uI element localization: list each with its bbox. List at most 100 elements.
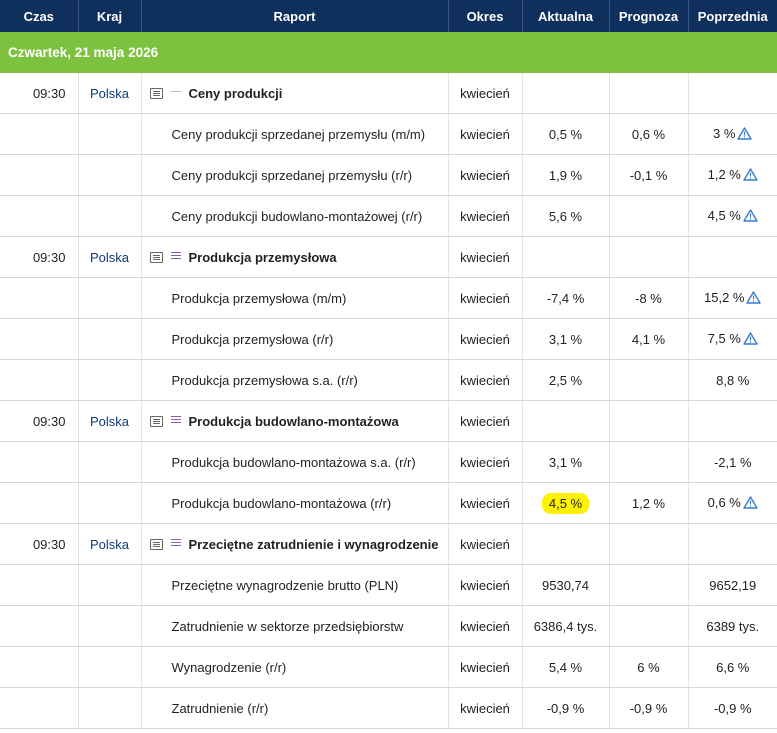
forecast-cell: 6 % <box>609 646 689 688</box>
forecast-cell <box>609 195 689 237</box>
report-name: Wynagrodzenie (r/r) <box>141 646 449 688</box>
event-time: 09:30 <box>0 400 79 442</box>
importance-low-icon <box>170 86 181 97</box>
country-link[interactable]: Polska <box>78 400 142 442</box>
document-list-icon[interactable] <box>149 251 163 263</box>
actual-cell: 3,1 % <box>522 441 610 483</box>
period-cell: kwiecień <box>448 359 523 401</box>
actual-cell <box>522 523 610 565</box>
report-group-name[interactable]: Przeciętne zatrudnienie i wynagrodzenie <box>189 537 439 552</box>
date-row: Czwartek, 21 maja 2026 <box>0 32 777 73</box>
actual-cell: -0,9 % <box>522 687 610 729</box>
actual-cell: 3,1 % <box>522 318 610 360</box>
previous-cell: 0,6 % <box>688 482 777 524</box>
report-name: Zatrudnienie w sektorze przedsiębiorstw <box>141 605 449 647</box>
date-label: Czwartek, 21 maja 2026 <box>0 32 777 73</box>
period-cell: kwiecień <box>448 605 523 647</box>
column-header-forecast[interactable]: Prognoza <box>609 0 689 32</box>
period-cell: kwiecień <box>448 277 523 319</box>
actual-cell: 9530,74 <box>522 564 610 606</box>
table-row[interactable]: 09:30 Polska Produkcja przemysłowa kwiec… <box>0 236 777 278</box>
actual-cell: 5,4 % <box>522 646 610 688</box>
forecast-cell <box>609 73 689 114</box>
event-time: 09:30 <box>0 523 79 565</box>
forecast-cell: 4,1 % <box>609 318 689 360</box>
report-group-name[interactable]: Ceny produkcji <box>189 86 283 101</box>
forecast-cell: -8 % <box>609 277 689 319</box>
previous-cell <box>688 523 777 565</box>
forecast-cell: -0,9 % <box>609 687 689 729</box>
table-row: Wynagrodzenie (r/r) kwiecień 5,4 % 6 % 6… <box>0 646 777 688</box>
column-header-period[interactable]: Okres <box>448 0 523 32</box>
forecast-cell: 1,2 % <box>609 482 689 524</box>
previous-value: 1,2 % <box>707 166 741 182</box>
country-link[interactable]: Polska <box>78 236 142 278</box>
column-header-actual[interactable]: Aktualna <box>522 0 610 32</box>
forecast-cell <box>609 400 689 442</box>
previous-cell <box>688 400 777 442</box>
actual-value-highlighted: 4,5 % <box>541 492 590 514</box>
period-cell: kwiecień <box>448 687 523 729</box>
report-group-name[interactable]: Produkcja budowlano-montażowa <box>189 414 399 429</box>
period-cell: kwiecień <box>448 73 523 114</box>
column-header-previous[interactable]: Poprzednia <box>688 0 777 32</box>
previous-cell: -0,9 % <box>688 687 777 729</box>
previous-cell: 9652,19 <box>688 564 777 606</box>
warning-triangle-icon[interactable] <box>743 167 758 184</box>
report-name: Produkcja budowlano-montażowa (r/r) <box>141 482 449 524</box>
previous-cell: 4,5 % <box>688 195 777 237</box>
report-name: Produkcja przemysłowa (m/m) <box>141 277 449 319</box>
previous-cell: 15,2 % <box>688 277 777 319</box>
period-cell: kwiecień <box>448 113 523 155</box>
actual-cell <box>522 400 610 442</box>
forecast-cell: -0,1 % <box>609 154 689 196</box>
country-link[interactable]: Polska <box>78 523 142 565</box>
actual-cell: 2,5 % <box>522 359 610 401</box>
column-header-time[interactable]: Czas <box>0 0 79 32</box>
previous-cell: -2,1 % <box>688 441 777 483</box>
forecast-cell <box>609 564 689 606</box>
report-name: Ceny produkcji sprzedanej przemysłu (r/r… <box>141 154 449 196</box>
previous-value: 7,5 % <box>707 330 741 346</box>
importance-high-icon <box>170 250 181 261</box>
column-header-country[interactable]: Kraj <box>78 0 142 32</box>
actual-cell: 5,6 % <box>522 195 610 237</box>
previous-cell: 3 % <box>688 113 777 155</box>
report-name: Produkcja przemysłowa s.a. (r/r) <box>141 359 449 401</box>
previous-cell: 1,2 % <box>688 154 777 196</box>
warning-triangle-icon[interactable] <box>743 495 758 512</box>
period-cell: kwiecień <box>448 482 523 524</box>
table-row[interactable]: 09:30 Polska Produkcja budowlano-montażo… <box>0 400 777 442</box>
period-cell: kwiecień <box>448 441 523 483</box>
warning-triangle-icon[interactable] <box>737 126 753 143</box>
period-cell: kwiecień <box>448 400 523 442</box>
column-header-report[interactable]: Raport <box>141 0 449 32</box>
warning-triangle-icon[interactable] <box>743 208 758 225</box>
previous-value: 4,5 % <box>707 207 741 223</box>
table-row: Produkcja budowlano-montażowa (r/r) kwie… <box>0 482 777 524</box>
previous-cell: 7,5 % <box>688 318 777 360</box>
period-cell: kwiecień <box>448 564 523 606</box>
report-name: Produkcja budowlano-montażowa s.a. (r/r) <box>141 441 449 483</box>
document-list-icon[interactable] <box>149 87 163 99</box>
previous-cell: 8,8 % <box>688 359 777 401</box>
document-list-icon[interactable] <box>149 538 163 550</box>
document-list-icon[interactable] <box>149 415 163 427</box>
report-name: Ceny produkcji sprzedanej przemysłu (m/m… <box>141 113 449 155</box>
country-link[interactable]: Polska <box>78 73 142 114</box>
actual-cell <box>522 73 610 114</box>
forecast-cell: 0,6 % <box>609 113 689 155</box>
forecast-cell <box>609 236 689 278</box>
warning-triangle-icon[interactable] <box>743 331 758 348</box>
table-row[interactable]: 09:30 Polska Przeciętne zatrudnienie i w… <box>0 523 777 565</box>
report-group-name[interactable]: Produkcja przemysłowa <box>189 250 337 265</box>
warning-triangle-icon[interactable] <box>746 290 762 307</box>
actual-cell: -7,4 % <box>522 277 610 319</box>
forecast-cell <box>609 523 689 565</box>
report-name: Zatrudnienie (r/r) <box>141 687 449 729</box>
economic-calendar-table: Czas Kraj Raport Okres Aktualna Prognoza… <box>0 0 777 729</box>
actual-cell: 0,5 % <box>522 113 610 155</box>
table-row[interactable]: 09:30 Polska Ceny produkcji kwiecień <box>0 73 777 114</box>
table-row: Ceny produkcji sprzedanej przemysłu (m/m… <box>0 113 777 155</box>
table-row: Produkcja przemysłowa (r/r) kwiecień 3,1… <box>0 318 777 360</box>
